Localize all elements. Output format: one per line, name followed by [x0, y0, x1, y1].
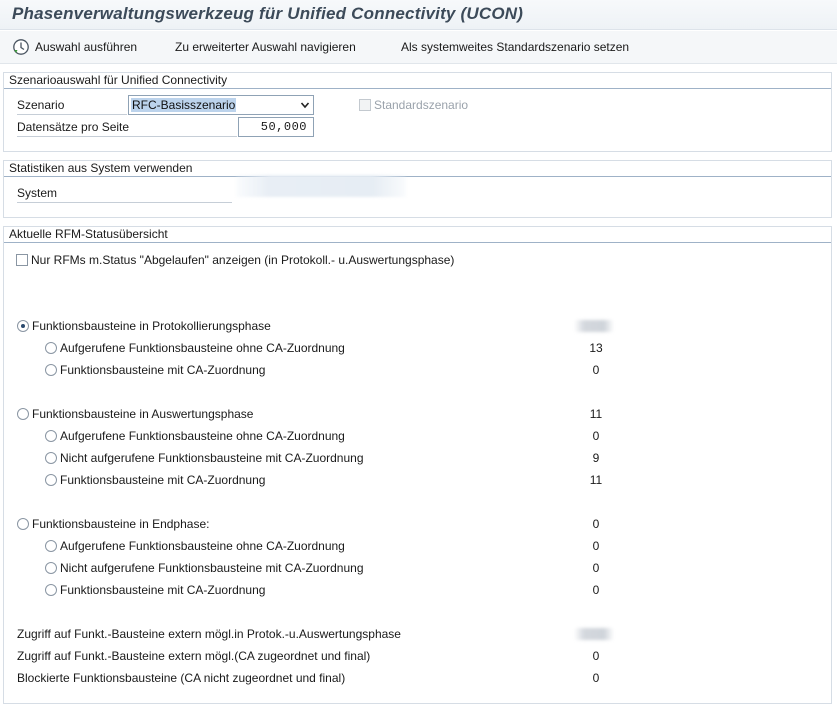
records-label-underline [17, 136, 237, 137]
access-row-value: 0 [592, 649, 600, 663]
set-default-scenario-button[interactable]: Als systemweites Standardszenario setzen [401, 38, 629, 58]
execute-button[interactable]: Auswahl ausführen [12, 38, 137, 58]
records-per-page-input[interactable]: 50,000 [238, 117, 314, 137]
status-row-value: 11 [589, 473, 603, 487]
access-row-label: Zugriff auf Funkt.-Bausteine extern mögl… [17, 649, 371, 663]
status-radio[interactable] [45, 364, 57, 376]
system-label-underline [17, 202, 232, 203]
status-row-value: 0 [592, 583, 600, 597]
chevron-down-icon [300, 102, 310, 109]
status-row-value: 0 [592, 429, 600, 443]
status-radio[interactable] [45, 342, 57, 354]
status-row-value: 0 [592, 517, 600, 531]
status-radio[interactable] [45, 430, 57, 442]
access-row-value: 0 [592, 671, 600, 685]
access-row-label: Zugriff auf Funkt.-Bausteine extern mögl… [17, 627, 401, 641]
page-title: Phasenverwaltungswerkzeug für Unified Co… [12, 4, 524, 23]
status-row-value: 0 [592, 363, 600, 377]
default-scenario-label: Standardszenario [374, 98, 469, 112]
scenario-group-title: Szenarioauswahl für Unified Connectivity [4, 73, 831, 89]
status-row-label: Funktionsbausteine mit CA-Zuordnung [60, 583, 266, 597]
status-row-label: Funktionsbausteine in Protokollierungsph… [32, 319, 271, 333]
status-radio[interactable] [17, 408, 29, 420]
status-group-title: Aktuelle RFM-Statusübersicht [4, 227, 831, 243]
expired-only-label: Nur RFMs m.Status "Abgelaufen" anzeigen … [31, 253, 455, 267]
status-radio[interactable] [17, 320, 29, 332]
status-row-value: 11 [589, 407, 603, 421]
status-row-label: Aufgerufene Funktionsbausteine ohne CA-Z… [60, 539, 345, 553]
status-row-value [574, 320, 614, 332]
scenario-select[interactable]: RFC-Basisszenario [128, 95, 314, 115]
execute-button-label: Auswahl ausführen [35, 40, 138, 54]
status-radio[interactable] [45, 584, 57, 596]
status-row-value: 0 [592, 539, 600, 553]
default-scenario-checkbox[interactable] [359, 99, 371, 111]
system-select[interactable] [236, 175, 406, 197]
application-toolbar: Auswahl ausführen Zu erweiterter Auswahl… [0, 31, 837, 64]
extended-selection-label: Zu erweiterter Auswahl navigieren [175, 40, 356, 54]
status-row-value: 9 [592, 451, 600, 465]
expired-only-checkbox[interactable] [16, 254, 28, 266]
status-row-label: Funktionsbausteine in Endphase: [32, 517, 210, 531]
scenario-label-underline [17, 114, 127, 115]
status-row-label: Funktionsbausteine mit CA-Zuordnung [60, 473, 266, 487]
extended-selection-button[interactable]: Zu erweiterter Auswahl navigieren [175, 38, 356, 58]
status-row-label: Nicht aufgerufene Funktionsbausteine mit… [60, 561, 364, 575]
system-label: System [17, 186, 58, 200]
scenario-select-value: RFC-Basisszenario [131, 98, 237, 112]
set-default-scenario-label: Als systemweites Standardszenario setzen [401, 40, 630, 54]
access-row-value [574, 628, 614, 640]
status-radio[interactable] [45, 540, 57, 552]
access-row-label: Blockierte Funktionsbausteine (CA nicht … [17, 671, 346, 685]
status-row-value: 13 [589, 341, 603, 355]
title-bar: Phasenverwaltungswerkzeug für Unified Co… [0, 0, 837, 30]
rfm-status-overview-group: Aktuelle RFM-Statusübersicht Nur RFMs m.… [3, 226, 832, 704]
status-row-value: 0 [592, 561, 600, 575]
status-row-label: Funktionsbausteine mit CA-Zuordnung [60, 363, 266, 377]
statistics-group-title: Statistiken aus System verwenden [4, 161, 831, 177]
status-radio[interactable] [45, 474, 57, 486]
scenario-selection-group: Szenarioauswahl für Unified Connectivity… [3, 72, 832, 152]
statistics-group: Statistiken aus System verwenden System [3, 160, 832, 218]
records-per-page-label: Datensätze pro Seite [17, 120, 130, 134]
status-radio[interactable] [45, 562, 57, 574]
execute-clock-icon [12, 38, 30, 56]
status-row-label: Aufgerufene Funktionsbausteine ohne CA-Z… [60, 429, 345, 443]
status-radio[interactable] [45, 452, 57, 464]
scenario-label: Szenario [17, 98, 65, 112]
status-radio[interactable] [17, 518, 29, 530]
status-row-label: Aufgerufene Funktionsbausteine ohne CA-Z… [60, 341, 345, 355]
status-row-label: Nicht aufgerufene Funktionsbausteine mit… [60, 451, 364, 465]
status-row-label: Funktionsbausteine in Auswertungsphase [32, 407, 254, 421]
